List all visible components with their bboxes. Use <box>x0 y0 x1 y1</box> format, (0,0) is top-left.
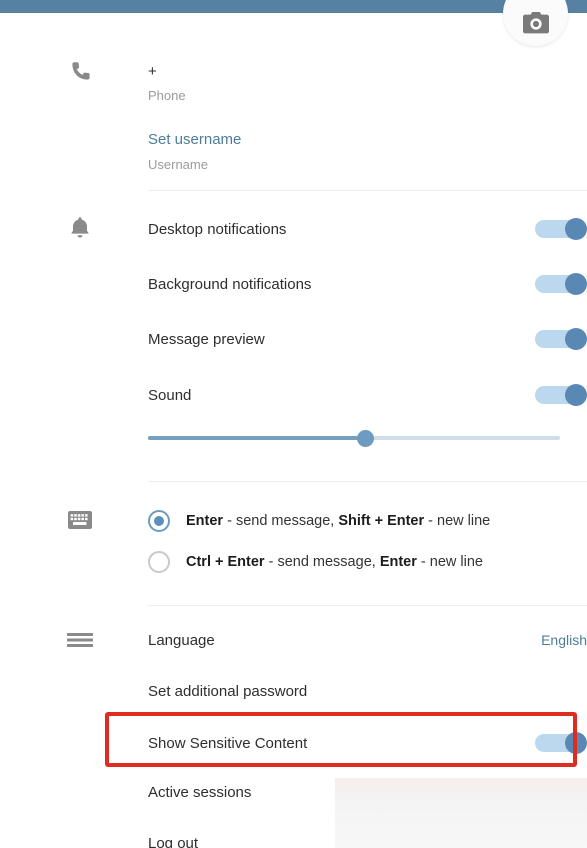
phone-value-row[interactable]: + <box>148 62 587 80</box>
desktop-notifications-label: Desktop notifications <box>148 220 287 238</box>
camera-icon <box>522 12 549 34</box>
desktop-notifications-toggle[interactable] <box>535 218 587 240</box>
username-label-row: Username <box>148 156 587 172</box>
language-label: Language <box>148 631 215 649</box>
option-ctrl-part-2: Enter <box>379 554 417 570</box>
message-preview-label: Message preview <box>148 330 265 348</box>
set-username-link[interactable]: Set username <box>148 131 241 148</box>
set-username-row[interactable]: Set username <box>148 129 587 149</box>
keyboard-option-ctrl-enter-label: Ctrl + Enter - send message, Enter - new… <box>186 554 483 570</box>
option-ctrl-part-3: - new line <box>416 554 483 570</box>
slider-fill <box>148 436 366 440</box>
show-sensitive-content-label: Show Sensitive Content <box>148 734 308 752</box>
toggle-knob <box>565 384 587 406</box>
keyboard-icon <box>60 507 100 533</box>
keyboard-option-ctrl-enter[interactable]: Ctrl + Enter - send message, Enter - new… <box>148 550 587 574</box>
language-value-link[interactable]: English <box>541 632 587 648</box>
row-sound[interactable]: Sound <box>148 383 587 407</box>
row-language[interactable]: Language English <box>148 630 587 650</box>
message-preview-toggle[interactable] <box>535 328 587 350</box>
slider-handle[interactable] <box>357 430 374 447</box>
app-header-bar <box>0 0 587 13</box>
sound-toggle[interactable] <box>535 384 587 406</box>
divider-notifications <box>148 481 587 482</box>
option-enter-part-1: - send message, <box>223 513 339 529</box>
phone-label-row: Phone <box>148 87 587 103</box>
option-ctrl-part-0: Ctrl + Enter <box>186 554 265 570</box>
phone-number-value: + <box>148 62 157 80</box>
hamburger-menu-icon <box>60 627 100 653</box>
toggle-knob <box>565 218 587 240</box>
show-sensitive-content-toggle[interactable] <box>535 732 587 754</box>
active-sessions-label: Active sessions <box>148 783 252 801</box>
option-enter-part-3: - new line <box>424 513 491 529</box>
option-ctrl-part-1: - send message, <box>264 554 380 570</box>
log-out-label: Log out <box>148 834 199 848</box>
divider-keyboard <box>148 605 587 606</box>
row-background-notifications[interactable]: Background notifications <box>148 272 587 296</box>
toggle-knob <box>565 273 587 295</box>
volume-slider[interactable] <box>148 430 560 447</box>
bell-icon <box>60 214 100 242</box>
background-notifications-label: Background notifications <box>148 275 312 293</box>
sound-label: Sound <box>148 386 192 404</box>
phone-label: Phone <box>148 87 186 103</box>
toggle-knob <box>565 328 587 350</box>
radio-ctrl-enter-send[interactable] <box>148 551 170 573</box>
set-additional-password-label: Set additional password <box>148 682 308 700</box>
phone-icon <box>60 58 100 86</box>
row-desktop-notifications[interactable]: Desktop notifications <box>148 217 587 241</box>
overlay-panel <box>335 778 587 848</box>
keyboard-option-enter-label: Enter - send message, Shift + Enter - ne… <box>186 513 490 529</box>
background-notifications-toggle[interactable] <box>535 273 587 295</box>
settings-page: + Phone Set username Username Desktop no… <box>0 0 587 848</box>
divider-profile <box>148 190 587 191</box>
row-message-preview[interactable]: Message preview <box>148 327 587 351</box>
row-set-additional-password[interactable]: Set additional password <box>148 681 587 701</box>
option-enter-part-2: Shift + Enter <box>338 513 425 529</box>
option-enter-part-0: Enter <box>186 513 224 529</box>
row-show-sensitive-content[interactable]: Show Sensitive Content <box>148 731 587 755</box>
avatar-camera-button[interactable] <box>503 0 568 46</box>
toggle-knob <box>565 732 587 754</box>
keyboard-option-enter[interactable]: Enter - send message, Shift + Enter - ne… <box>148 509 587 533</box>
username-label: Username <box>148 156 208 172</box>
radio-enter-send[interactable] <box>148 510 170 532</box>
